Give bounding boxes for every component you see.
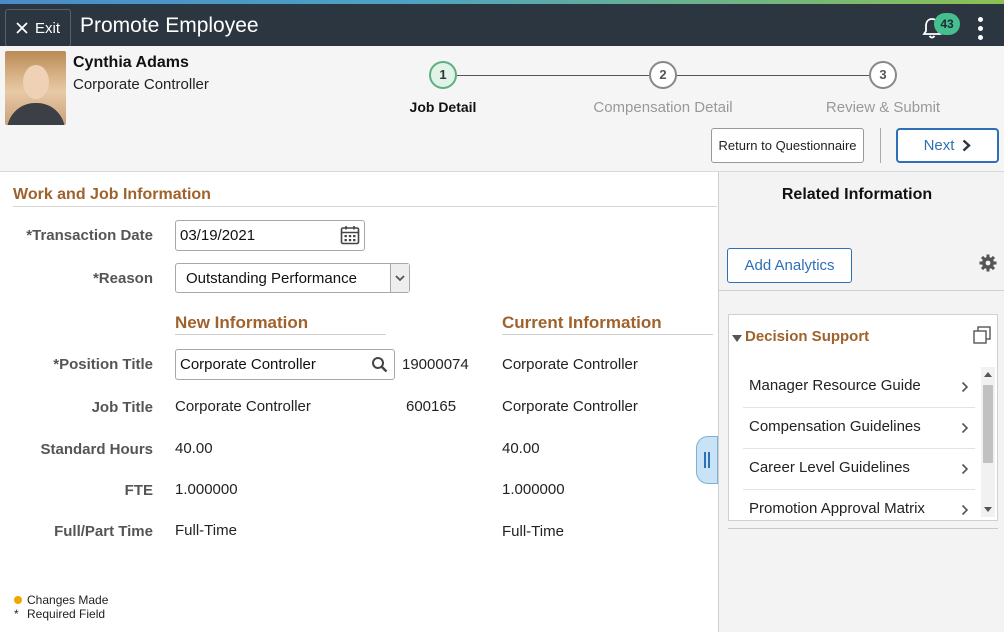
- calendar-icon[interactable]: [340, 225, 360, 245]
- job-detail-panel: Work and Job Information *Transaction Da…: [0, 172, 718, 632]
- position-title-field[interactable]: Corporate Controller: [175, 349, 395, 380]
- divider: [880, 128, 881, 163]
- legend-required-field: * Required Field: [14, 607, 105, 621]
- step-3-label[interactable]: Review & Submit: [826, 99, 940, 116]
- step-1-label[interactable]: Job Detail: [410, 99, 477, 115]
- step-2-label[interactable]: Compensation Detail: [593, 99, 732, 116]
- exit-button[interactable]: Exit: [5, 9, 71, 47]
- avatar: [5, 51, 66, 125]
- transaction-date-label: *Transaction Date: [26, 227, 153, 244]
- page-title: Promote Employee: [80, 14, 259, 37]
- step-3-indicator[interactable]: 3: [869, 61, 897, 89]
- required-marker: *: [14, 607, 19, 621]
- required-field-text: Required Field: [27, 607, 106, 621]
- gear-icon[interactable]: [979, 254, 997, 272]
- collapse-grip-icon: [704, 452, 706, 468]
- scroll-up-arrow[interactable]: [984, 372, 992, 377]
- full-part-time-label: Full/Part Time: [54, 523, 153, 540]
- section-divider: [13, 206, 717, 207]
- new-information-rule: [175, 334, 386, 335]
- position-title-label: *Position Title: [53, 356, 153, 373]
- notification-badge[interactable]: 43: [934, 13, 960, 35]
- job-code: 600165: [406, 398, 457, 415]
- top-banner: Exit Promote Employee 43: [0, 4, 1004, 47]
- chevron-right-icon: [963, 139, 972, 152]
- new-information-header: New Information: [175, 313, 309, 332]
- list-scrollbar[interactable]: [981, 367, 995, 517]
- list-item-label: Manager Resource Guide: [749, 377, 921, 394]
- related-information-panel: Related Information Add Analytics Decisi…: [718, 172, 1004, 632]
- fte-label: FTE: [124, 482, 153, 499]
- decision-support-tile: Decision Support Manager Resource Guide …: [728, 314, 998, 521]
- list-item[interactable]: Compensation Guidelines: [743, 408, 975, 449]
- changes-made-text: Changes Made: [27, 593, 109, 607]
- current-position-title: Corporate Controller: [502, 356, 638, 373]
- current-information-header: Current Information: [502, 313, 662, 332]
- transaction-date-value: 03/19/2021: [180, 227, 256, 244]
- next-label: Next: [923, 137, 955, 154]
- new-full-part-time: Full-Time: [175, 522, 237, 539]
- current-standard-hours: 40.00: [502, 440, 540, 457]
- reason-label: *Reason: [92, 270, 153, 287]
- chevron-right-icon: [961, 381, 969, 393]
- position-number: 19000074: [402, 356, 469, 373]
- step-connector: [677, 75, 869, 76]
- employee-job-title: Corporate Controller: [73, 76, 209, 93]
- new-standard-hours: 40.00: [175, 440, 213, 457]
- standard-hours-label: Standard Hours: [40, 441, 153, 458]
- decision-support-title[interactable]: Decision Support: [745, 328, 869, 345]
- list-item[interactable]: Career Level Guidelines: [743, 449, 975, 490]
- transaction-date-field[interactable]: 03/19/2021: [175, 220, 365, 251]
- current-job-title: Corporate Controller: [502, 398, 638, 415]
- step-connector: [457, 75, 649, 76]
- dropdown-arrow[interactable]: [390, 264, 409, 292]
- legend-changes-made: Changes Made: [14, 593, 108, 607]
- changes-made-dot: [14, 596, 22, 604]
- next-button[interactable]: Next: [896, 128, 999, 163]
- list-item-label: Career Level Guidelines: [749, 459, 910, 476]
- exit-label: Exit: [34, 19, 60, 37]
- scroll-thumb[interactable]: [983, 385, 993, 463]
- chevron-right-icon: [961, 504, 969, 516]
- tile-divider: [728, 528, 998, 529]
- collapse-panel-handle[interactable]: [696, 436, 718, 484]
- current-information-rule: [502, 334, 713, 335]
- chevron-right-icon: [961, 463, 969, 475]
- reason-select[interactable]: Outstanding Performance: [175, 263, 410, 293]
- scroll-down-arrow[interactable]: [984, 507, 992, 512]
- new-job-title: Corporate Controller: [175, 398, 311, 415]
- step-2-indicator[interactable]: 2: [649, 61, 677, 89]
- reason-value: Outstanding Performance: [186, 270, 357, 287]
- current-full-part-time: Full-Time: [502, 523, 564, 540]
- related-information-title: Related Information: [781, 186, 933, 203]
- decision-support-list: Manager Resource Guide Compensation Guid…: [743, 367, 975, 530]
- sidebar-divider: [719, 290, 1004, 291]
- more-actions-icon[interactable]: [975, 14, 985, 44]
- chevron-down-icon: [395, 275, 405, 282]
- new-fte: 1.000000: [175, 481, 238, 498]
- chevron-right-icon: [961, 422, 969, 434]
- current-fte: 1.000000: [502, 481, 565, 498]
- employee-name: Cynthia Adams: [73, 54, 189, 71]
- list-item[interactable]: Manager Resource Guide: [743, 367, 975, 408]
- add-analytics-button[interactable]: Add Analytics: [727, 248, 852, 283]
- close-icon: [16, 22, 28, 34]
- list-item[interactable]: Promotion Approval Matrix: [743, 490, 975, 530]
- employee-header: Cynthia Adams Corporate Controller 1 2 3…: [0, 46, 1004, 172]
- collapse-triangle-icon[interactable]: [732, 335, 742, 342]
- search-icon[interactable]: [371, 356, 388, 373]
- job-title-label: Job Title: [91, 399, 153, 416]
- position-title-value: Corporate Controller: [180, 356, 316, 373]
- list-item-label: Compensation Guidelines: [749, 418, 921, 435]
- return-to-questionnaire-button[interactable]: Return to Questionnaire: [711, 128, 864, 163]
- list-item-label: Promotion Approval Matrix: [749, 500, 925, 517]
- section-title: Work and Job Information: [13, 186, 211, 203]
- step-1-indicator[interactable]: 1: [429, 61, 457, 89]
- popout-icon[interactable]: [973, 326, 991, 344]
